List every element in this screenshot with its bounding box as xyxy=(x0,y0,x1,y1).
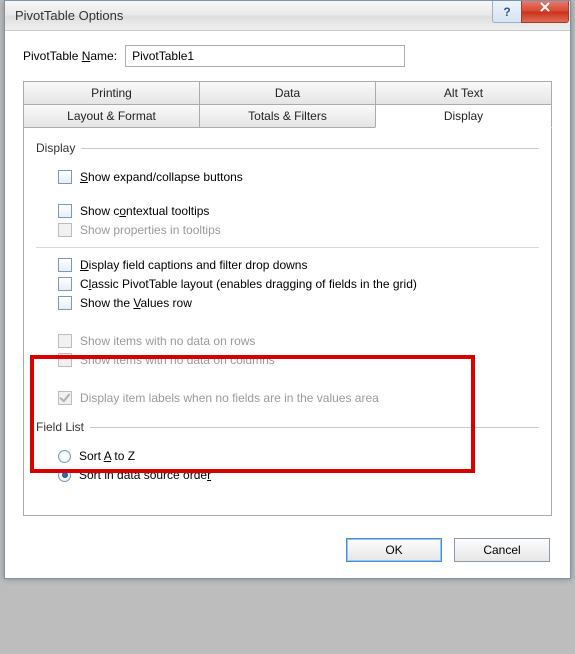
separator xyxy=(36,247,539,248)
titlebar: PivotTable Options ? xyxy=(5,1,570,31)
pivottable-options-dialog: PivotTable Options ? PivotTable Name: Pr… xyxy=(4,0,571,579)
opt-classic-layout[interactable]: Classic PivotTable layout (enables dragg… xyxy=(58,277,539,291)
opt-label: Show contextual tooltips xyxy=(80,204,209,218)
opt-show-properties-tooltips: Show properties in tooltips xyxy=(58,223,539,237)
close-button[interactable] xyxy=(521,1,569,23)
tab-data[interactable]: Data xyxy=(199,81,376,105)
help-icon: ? xyxy=(503,5,510,19)
radio-icon xyxy=(58,450,71,463)
tab-display-panel: Display Show expand/collapse buttons Sho… xyxy=(23,127,552,516)
tab-totals-filters[interactable]: Totals & Filters xyxy=(199,104,376,128)
opt-no-data-rows: Show items with no data on rows xyxy=(58,334,539,348)
opt-sort-data-source[interactable]: Sort in data source order xyxy=(58,468,539,482)
opt-label: Show properties in tooltips xyxy=(80,223,221,237)
opt-display-item-labels: Display item labels when no fields are i… xyxy=(58,391,539,405)
opt-label: Show the Values row xyxy=(80,296,192,310)
checkbox-icon xyxy=(58,334,72,348)
opt-label: Show items with no data on rows xyxy=(80,334,255,348)
close-icon xyxy=(539,6,551,18)
opt-show-values-row[interactable]: Show the Values row xyxy=(58,296,539,310)
checkbox-icon xyxy=(58,170,72,184)
fieldlist-group: Field List Sort A to Z Sort in data sour… xyxy=(36,420,539,487)
pivottable-name-input[interactable] xyxy=(125,45,405,67)
checkbox-icon xyxy=(58,277,72,291)
opt-contextual-tooltips[interactable]: Show contextual tooltips xyxy=(58,204,539,218)
opt-label: Show expand/collapse buttons xyxy=(80,170,243,184)
help-button[interactable]: ? xyxy=(492,1,522,23)
checkbox-icon xyxy=(58,296,72,310)
tab-alt-text[interactable]: Alt Text xyxy=(375,81,552,105)
opt-label: Show items with no data on columns xyxy=(80,353,275,367)
checkbox-icon xyxy=(58,223,72,237)
opt-label: Sort A to Z xyxy=(79,449,135,463)
checkbox-icon xyxy=(58,204,72,218)
tab-display[interactable]: Display xyxy=(375,104,552,128)
window-title: PivotTable Options xyxy=(15,8,492,23)
tab-layout-format[interactable]: Layout & Format xyxy=(23,104,200,128)
checkbox-icon xyxy=(58,391,72,405)
display-legend: Display xyxy=(36,141,81,155)
cancel-button[interactable]: Cancel xyxy=(454,538,550,562)
tab-printing[interactable]: Printing xyxy=(23,81,200,105)
dialog-buttons: OK Cancel xyxy=(23,538,552,562)
opt-label: Sort in data source order xyxy=(79,468,211,482)
fieldlist-legend: Field List xyxy=(36,420,90,434)
opt-label: Display item labels when no fields are i… xyxy=(80,391,379,405)
opt-label: Display field captions and filter drop d… xyxy=(80,258,307,272)
checkbox-icon xyxy=(58,258,72,272)
dialog-body: PivotTable Name: Printing Data Alt Text … xyxy=(5,31,570,578)
pivottable-name-row: PivotTable Name: xyxy=(23,45,552,67)
window-controls: ? xyxy=(492,1,569,23)
opt-sort-a-z[interactable]: Sort A to Z xyxy=(58,449,539,463)
opt-field-captions[interactable]: Display field captions and filter drop d… xyxy=(58,258,539,272)
opt-show-expand-collapse[interactable]: Show expand/collapse buttons xyxy=(58,170,539,184)
radio-icon xyxy=(58,469,71,482)
opt-label: Classic PivotTable layout (enables dragg… xyxy=(80,277,417,291)
display-group: Display Show expand/collapse buttons Sho… xyxy=(36,141,539,410)
checkbox-icon xyxy=(58,353,72,367)
pivottable-name-label: PivotTable Name: xyxy=(23,49,117,63)
opt-no-data-columns: Show items with no data on columns xyxy=(58,353,539,367)
ok-button[interactable]: OK xyxy=(346,538,442,562)
tabstrip: Printing Data Alt Text Layout & Format T… xyxy=(23,81,552,516)
